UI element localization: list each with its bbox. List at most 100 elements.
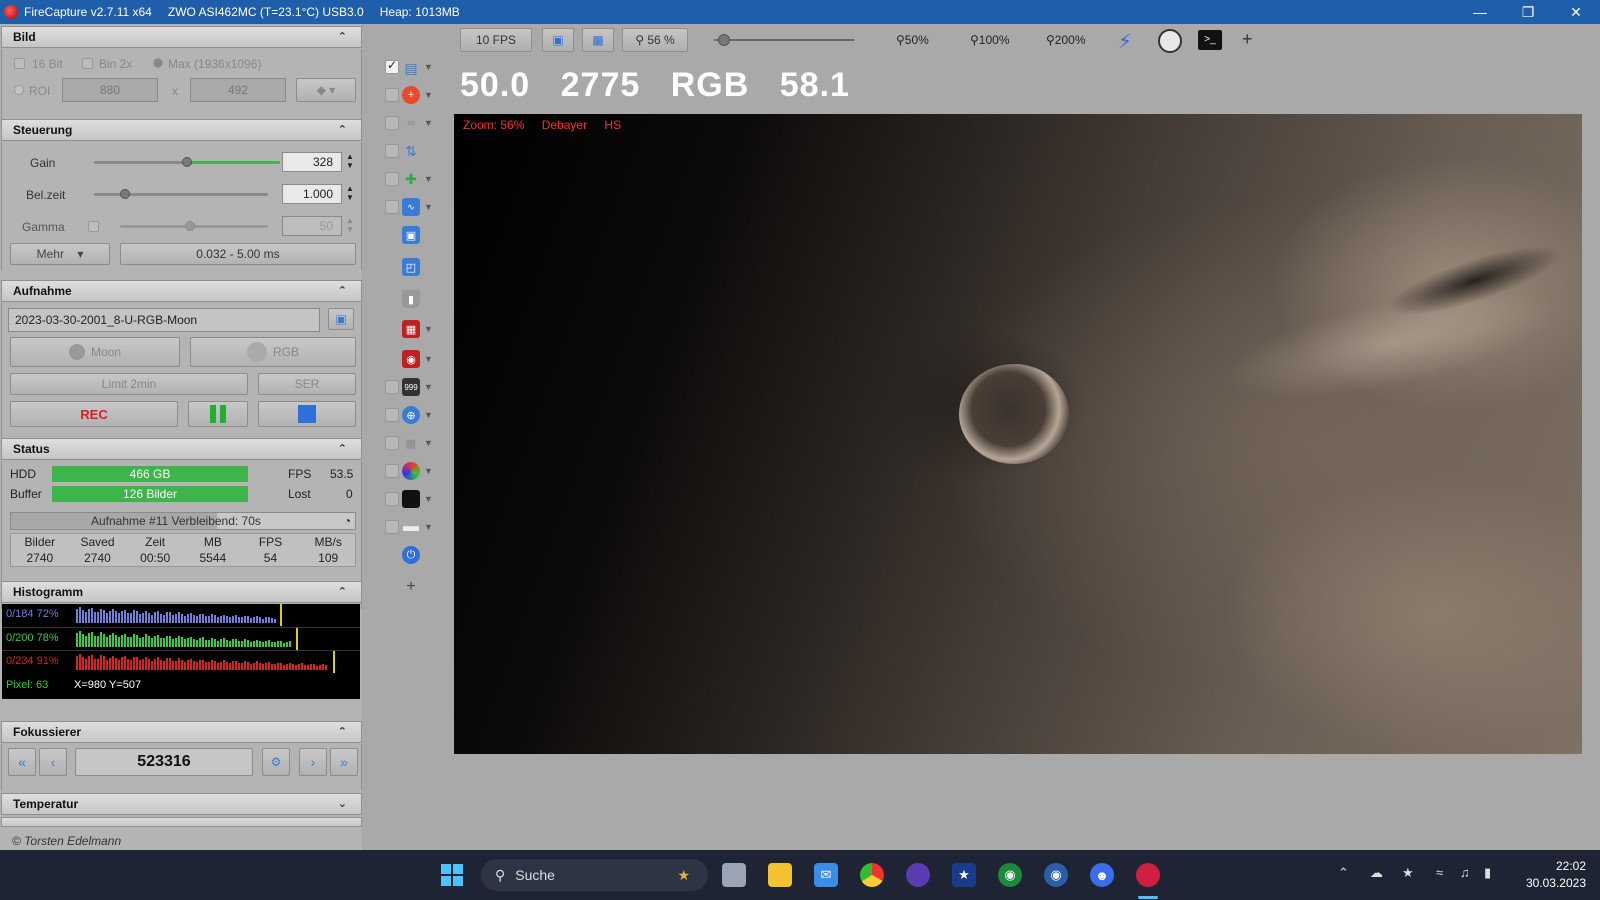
chevron-down-icon[interactable]: ▼ bbox=[424, 174, 433, 184]
zoom-slider-handle[interactable] bbox=[718, 34, 730, 46]
quality-tool-checkbox[interactable] bbox=[385, 200, 399, 214]
pause-button[interactable] bbox=[188, 401, 248, 427]
chevron-down-icon[interactable]: ▼ bbox=[424, 90, 433, 100]
chevron-down-icon[interactable]: ▼ bbox=[424, 202, 433, 212]
phd-guiding-icon[interactable]: ◉ bbox=[998, 863, 1022, 887]
section-bild-header[interactable]: Bild ⌃ bbox=[1, 26, 362, 48]
histogram-tool-checkbox[interactable]: ✓ bbox=[385, 58, 399, 74]
ascom-icon[interactable]: ★ bbox=[952, 863, 976, 887]
focus-forward-icon[interactable]: › bbox=[299, 748, 327, 776]
tracking-tool-icon[interactable]: ∞ bbox=[402, 114, 420, 132]
exposure-input[interactable]: 1.000 bbox=[282, 184, 342, 204]
zoom-50-button[interactable]: ⚲50% bbox=[896, 33, 929, 47]
chevron-down-icon[interactable]: ▼ bbox=[424, 324, 433, 334]
zoom-100-button[interactable]: ⚲100% bbox=[970, 33, 1010, 47]
darkframe-tool-checkbox[interactable] bbox=[385, 492, 399, 506]
color-tool-checkbox[interactable] bbox=[385, 464, 399, 478]
gain-spinner-icon[interactable]: ▲ ▼ bbox=[345, 152, 355, 170]
run-icon[interactable]: ⚡ bbox=[1118, 29, 1142, 53]
roi-height-field[interactable]: 492 bbox=[190, 78, 286, 102]
roi-radio[interactable] bbox=[14, 85, 24, 95]
mail-icon[interactable]: ✉ bbox=[814, 863, 838, 887]
chevron-down-icon[interactable]: ▼ bbox=[424, 354, 433, 364]
chevron-down-icon[interactable]: ▼ bbox=[424, 62, 433, 72]
file-explorer-icon[interactable] bbox=[768, 863, 792, 887]
grid-tool-checkbox[interactable] bbox=[385, 436, 399, 450]
chevron-down-icon[interactable]: ▼ bbox=[424, 118, 433, 128]
limit-button[interactable]: Limit 2min bbox=[10, 373, 248, 395]
tray-overflow-icon[interactable]: ⌃ bbox=[1338, 865, 1349, 881]
firecapture-taskbar-icon[interactable] bbox=[1136, 863, 1160, 887]
chevron-down-icon[interactable]: ▼ bbox=[424, 438, 433, 448]
focus-back-icon[interactable]: ‹ bbox=[39, 748, 67, 776]
grid-tool-icon[interactable]: ▦ bbox=[402, 434, 420, 452]
autoalign-tool-icon[interactable]: ⇅ bbox=[402, 142, 420, 160]
add-button-icon[interactable]: + bbox=[1242, 29, 1253, 50]
collapse-icon[interactable]: ⌃ bbox=[338, 725, 347, 738]
add-tool-icon[interactable]: + bbox=[402, 578, 420, 596]
crosshair-tool-icon[interactable]: + bbox=[402, 86, 420, 104]
onedrive-icon[interactable]: ☁ bbox=[1370, 865, 1383, 881]
system-clock[interactable]: 22:02 30.03.2023 bbox=[1526, 858, 1586, 892]
expand-icon[interactable]: ⌄ bbox=[338, 797, 347, 810]
roi-preset-dropdown[interactable]: ◆ ▾ bbox=[296, 78, 356, 102]
autoalign-tool-checkbox[interactable] bbox=[385, 144, 399, 158]
exposure-slider-handle[interactable] bbox=[120, 189, 131, 199]
target-tool-checkbox[interactable] bbox=[385, 408, 399, 422]
collapse-icon[interactable]: ⌃ bbox=[338, 30, 347, 43]
restore-icon[interactable]: ❐ bbox=[1504, 0, 1552, 24]
focus-settings-gear-icon[interactable]: ⚙ bbox=[262, 748, 290, 776]
ascom-tray-icon[interactable]: ★ bbox=[1402, 865, 1414, 881]
exposure-spinner-icon[interactable]: ▲ ▼ bbox=[345, 184, 355, 202]
fullscreen-icon[interactable]: ▩ bbox=[582, 28, 614, 52]
filename-field[interactable]: 2023-03-30-2001_8-U-RGB-Moon bbox=[8, 308, 320, 332]
wifi-icon[interactable]: ≈ bbox=[1436, 865, 1443, 880]
chrome-icon[interactable] bbox=[860, 863, 884, 887]
console-icon[interactable]: >_ bbox=[1198, 30, 1222, 50]
collapse-icon[interactable]: ⌃ bbox=[338, 585, 347, 598]
rec-button[interactable]: REC bbox=[10, 401, 178, 427]
focus-fast-back-icon[interactable]: « bbox=[8, 748, 36, 776]
stop-button[interactable] bbox=[258, 401, 356, 427]
roi-width-field[interactable]: 880 bbox=[62, 78, 158, 102]
max-resolution-radio[interactable] bbox=[153, 58, 163, 68]
fit-window-icon[interactable]: ▣ bbox=[542, 28, 574, 52]
counter-tool-icon[interactable]: 999 bbox=[402, 378, 420, 396]
mehr-dropdown[interactable]: Mehr ▾ bbox=[10, 243, 110, 265]
volume-icon[interactable]: ♫ bbox=[1460, 865, 1470, 880]
moon-profile-button[interactable]: Moon bbox=[10, 337, 180, 367]
mount-control-icon[interactable]: ☻ bbox=[1090, 863, 1114, 887]
gamma-slider-handle[interactable] bbox=[185, 221, 195, 231]
section-collapsed-header[interactable] bbox=[1, 817, 362, 827]
color-balance-icon[interactable] bbox=[402, 462, 420, 480]
chevron-down-icon[interactable]: ▼ bbox=[424, 466, 433, 476]
section-temperatur-header[interactable]: Temperatur ⌄ bbox=[1, 793, 362, 815]
gamma-spinner-icon[interactable]: ▲ ▼ bbox=[345, 216, 355, 234]
gamma-input[interactable]: 50 bbox=[282, 216, 342, 236]
gain-slider-handle[interactable] bbox=[182, 157, 192, 167]
gamma-checkbox[interactable] bbox=[88, 221, 99, 232]
minimize-icon[interactable]: — bbox=[1456, 0, 1504, 24]
section-fokussierer-header[interactable]: Fokussierer ⌃ bbox=[1, 721, 362, 743]
zoom-dropdown[interactable]: ⚲ 56 % bbox=[622, 28, 688, 52]
histogram-tool-icon[interactable]: ▤ bbox=[402, 59, 420, 77]
camera-snapshot-icon[interactable]: ▣ bbox=[328, 308, 354, 330]
chevron-down-icon[interactable]: ▼ bbox=[424, 522, 433, 532]
fps-limit-button[interactable]: 10 FPS bbox=[460, 28, 532, 52]
snapshot-icon[interactable]: ▣ bbox=[402, 226, 420, 244]
16bit-checkbox[interactable] bbox=[14, 58, 25, 69]
zoom-slider-track[interactable] bbox=[714, 39, 854, 41]
power-icon[interactable]: ⏻ bbox=[402, 546, 420, 564]
rgb-filter-button[interactable]: RGB bbox=[190, 337, 356, 367]
close-icon[interactable]: ✕ bbox=[1552, 0, 1600, 24]
guiding-tool-icon[interactable]: ✚ bbox=[402, 170, 420, 188]
section-status-header[interactable]: Status ⌃ bbox=[1, 438, 362, 460]
gain-input[interactable]: 328 bbox=[282, 152, 342, 172]
stellarium-icon[interactable] bbox=[906, 863, 930, 887]
folder-icon[interactable]: ◰ bbox=[402, 258, 420, 276]
collapse-icon[interactable]: ⌃ bbox=[338, 123, 347, 136]
chevron-down-icon[interactable]: ▼ bbox=[424, 410, 433, 420]
chevron-down-icon[interactable]: ▼ bbox=[424, 382, 433, 392]
target-tool-icon[interactable]: ⊕ bbox=[402, 406, 420, 424]
camera-preview[interactable]: Zoom: 56% Debayer HS bbox=[454, 114, 1582, 754]
